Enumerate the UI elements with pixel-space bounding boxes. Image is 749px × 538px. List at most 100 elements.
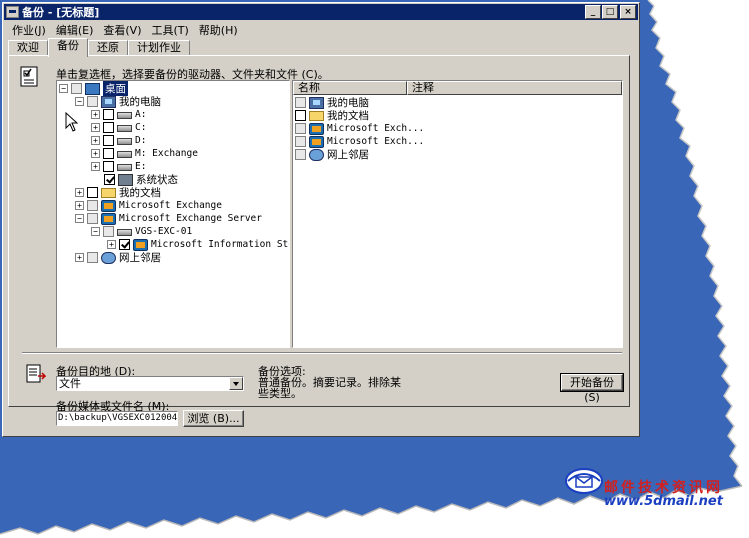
- destination-select[interactable]: 文件: [56, 376, 244, 391]
- checkbox[interactable]: [295, 110, 306, 121]
- tree-label: D:: [135, 135, 147, 146]
- checkbox[interactable]: [87, 96, 98, 107]
- checkbox[interactable]: [87, 252, 98, 263]
- checklist-icon: [20, 66, 38, 87]
- expand-toggle[interactable]: +: [75, 201, 84, 210]
- checkbox[interactable]: [103, 135, 114, 146]
- network-icon: [309, 148, 324, 161]
- server-icon: [117, 229, 132, 236]
- tree-node-ms-exchange[interactable]: + Microsoft Exchange: [75, 199, 222, 212]
- tree-node-desktop[interactable]: − 桌面: [59, 81, 128, 96]
- checkbox[interactable]: [295, 136, 306, 147]
- content-list[interactable]: 名称 注释 我的电脑 我的文档 Microsoft Exch... Micros…: [292, 80, 623, 348]
- collapse-toggle[interactable]: −: [75, 214, 84, 223]
- tree-label: M: Exchange: [135, 148, 198, 159]
- information-store-icon: [133, 238, 148, 251]
- tree-node-drive-c[interactable]: + C:: [91, 121, 146, 134]
- minimize-button[interactable]: _: [585, 5, 601, 19]
- tab-restore[interactable]: 还原: [88, 40, 128, 56]
- expand-toggle[interactable]: +: [75, 188, 84, 197]
- collapse-toggle[interactable]: −: [91, 227, 100, 236]
- tree-label: 我的电脑: [119, 96, 161, 108]
- floppy-drive-icon: [117, 112, 132, 119]
- hard-drive-icon: [117, 138, 132, 145]
- checkbox[interactable]: [103, 109, 114, 120]
- checkbox[interactable]: [71, 83, 82, 94]
- folder-icon: [309, 111, 324, 121]
- menu-tools[interactable]: 工具(T): [146, 21, 193, 37]
- tree-node-drive-a[interactable]: + A:: [91, 108, 146, 121]
- menu-view[interactable]: 查看(V): [98, 21, 146, 37]
- tree-label: E:: [135, 161, 147, 172]
- menu-help[interactable]: 帮助(H): [194, 21, 243, 37]
- checkbox[interactable]: [295, 97, 306, 108]
- start-backup-button[interactable]: 开始备份 (S): [560, 373, 624, 404]
- watermark-url: www.5dmail.net: [604, 494, 723, 509]
- tree-node-drive-m[interactable]: + M: Exchange: [91, 147, 198, 160]
- checkbox[interactable]: [295, 149, 306, 160]
- list-item[interactable]: Microsoft Exch...: [295, 122, 424, 135]
- window-title: 备份 - [无标题]: [22, 6, 100, 19]
- checkbox-checked[interactable]: [104, 174, 115, 185]
- maximize-button[interactable]: □: [602, 5, 618, 19]
- tree-label: 网上邻居: [119, 252, 161, 264]
- browse-button[interactable]: 浏览 (B)...: [183, 410, 244, 427]
- checkbox[interactable]: [295, 123, 306, 134]
- collapse-toggle[interactable]: −: [59, 84, 68, 93]
- menu-bar: 作业(J) 编辑(E) 查看(V) 工具(T) 帮助(H): [7, 21, 243, 37]
- tree-node-drive-d[interactable]: + D:: [91, 134, 146, 147]
- expand-toggle[interactable]: +: [91, 123, 100, 132]
- tree-node-my-documents[interactable]: + 我的文档: [75, 186, 161, 199]
- list-item[interactable]: 网上邻居: [295, 148, 369, 161]
- expand-toggle[interactable]: +: [91, 136, 100, 145]
- checkbox[interactable]: [103, 161, 114, 172]
- menu-job[interactable]: 作业(J): [7, 21, 51, 37]
- desktop-icon: [85, 82, 100, 95]
- selection-tree[interactable]: − 桌面 − 我的电脑 + A: + C: + D: + M: Exchange…: [56, 80, 290, 348]
- checkbox[interactable]: [103, 226, 114, 237]
- collapse-toggle[interactable]: −: [75, 97, 84, 106]
- title-bar[interactable]: 备份 - [无标题] _ □ ×: [4, 4, 638, 20]
- checkbox[interactable]: [87, 187, 98, 198]
- checkbox[interactable]: [103, 122, 114, 133]
- tab-strip: 欢迎 备份 还原 计划作业: [8, 38, 190, 57]
- media-path-input[interactable]: D:\backup\VGSEXC01200411: [56, 411, 178, 426]
- mouse-pointer-icon: [65, 112, 79, 132]
- expand-toggle[interactable]: +: [75, 253, 84, 262]
- dropdown-arrow-icon[interactable]: [229, 377, 243, 390]
- menu-edit[interactable]: 编辑(E): [51, 21, 99, 37]
- expand-toggle[interactable]: +: [91, 110, 100, 119]
- close-button[interactable]: ×: [620, 5, 636, 19]
- tree-label: VGS-EXC-01: [135, 226, 193, 237]
- checkbox[interactable]: [87, 200, 98, 211]
- tree-label: A:: [135, 109, 147, 120]
- column-name[interactable]: 名称: [293, 81, 407, 95]
- checkbox-checked[interactable]: [119, 239, 130, 250]
- tree-node-server[interactable]: − VGS-EXC-01: [91, 225, 192, 238]
- network-icon: [101, 251, 116, 264]
- expand-toggle[interactable]: +: [107, 240, 116, 249]
- tab-backup[interactable]: 备份: [48, 38, 88, 57]
- column-comment[interactable]: 注释: [407, 81, 622, 95]
- tree-node-network[interactable]: + 网上邻居: [75, 251, 161, 264]
- checkbox[interactable]: [103, 148, 114, 159]
- tree-label: Microsoft Information Store: [151, 239, 290, 250]
- tab-welcome[interactable]: 欢迎: [8, 40, 48, 56]
- section-divider: [22, 352, 622, 354]
- backup-app-icon: [6, 6, 19, 18]
- list-item[interactable]: 我的文档: [295, 109, 369, 122]
- tree-node-my-computer[interactable]: − 我的电脑: [75, 95, 161, 108]
- expand-toggle[interactable]: +: [91, 162, 100, 171]
- cd-drive-icon: [117, 164, 132, 171]
- exchange-server-icon: [101, 212, 116, 225]
- exchange-server-icon: [309, 135, 324, 148]
- list-header: 名称 注释: [293, 81, 622, 95]
- checkbox[interactable]: [87, 213, 98, 224]
- options-text-2: 些类型。: [258, 387, 302, 400]
- backup-destination-icon: [26, 364, 46, 383]
- tree-label: 我的文档: [119, 187, 161, 199]
- expand-toggle[interactable]: +: [91, 149, 100, 158]
- tab-schedule[interactable]: 计划作业: [128, 40, 190, 56]
- tree-node-ms-exchange-server[interactable]: − Microsoft Exchange Server: [75, 212, 262, 225]
- tree-label: Microsoft Exchange Server: [119, 213, 262, 224]
